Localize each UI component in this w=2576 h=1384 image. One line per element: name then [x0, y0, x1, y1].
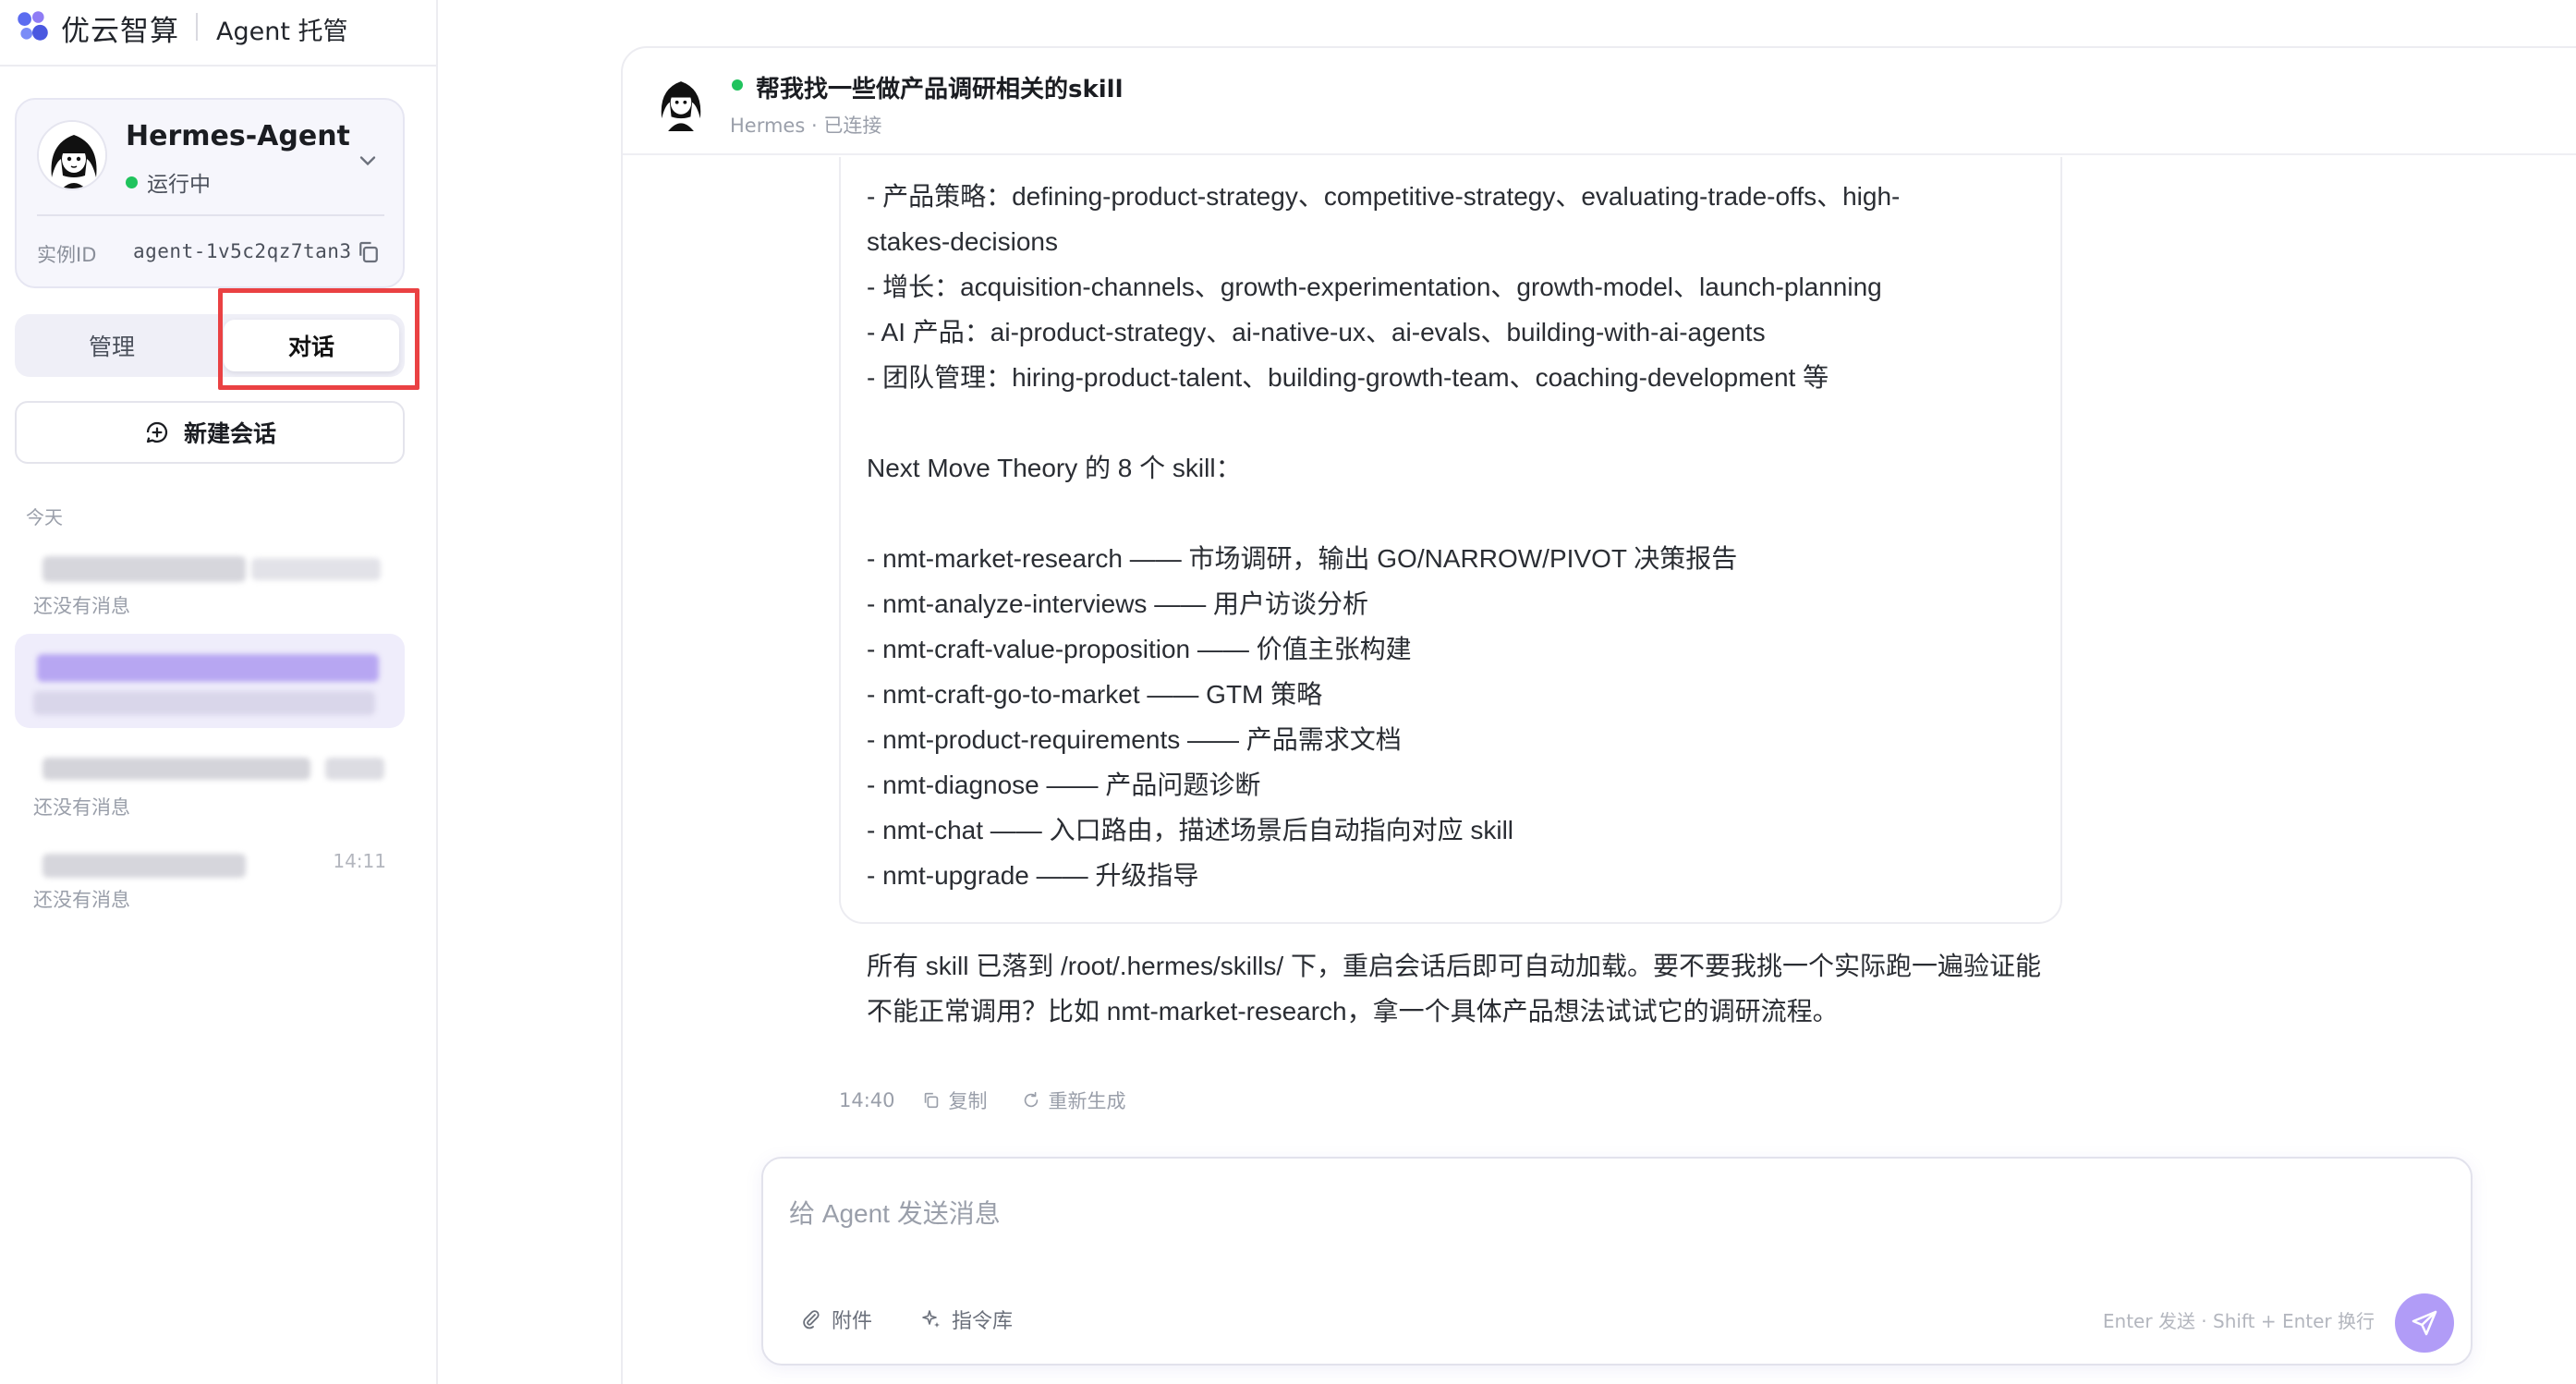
- sparkle-icon: [922, 1310, 940, 1328]
- conversation-title-redacted: [33, 846, 384, 878]
- conversation-subtitle: 还没有消息: [33, 889, 130, 911]
- message-line: 所有 skill 已落到 /root/.hermes/skills/ 下，重启会…: [867, 952, 2041, 980]
- sidebar: 优云智算 Agent 托管 Hermes-Agent 运行中 实例ID agen…: [0, 0, 438, 1384]
- message-line: - nmt-craft-go-to-market —— GTM 策略: [867, 680, 1323, 709]
- conversation-subtitle: 还没有消息: [33, 595, 130, 617]
- assistant-message-bubble: - 产品策略：defining-product-strategy、competi…: [839, 157, 2062, 1026]
- instance-id-value: agent-1v5c2qz7tan3: [133, 240, 352, 262]
- status-dot-icon: [126, 176, 138, 188]
- message-line: - nmt-market-research —— 市场调研，输出 GO/NARR…: [867, 544, 1738, 573]
- chat-agent-avatar: [650, 70, 711, 131]
- paperclip-icon: [803, 1310, 820, 1329]
- message-time: 14:40: [839, 1089, 895, 1111]
- attach-label: 附件: [832, 1310, 873, 1333]
- commands-button[interactable]: 指令库: [920, 1305, 1013, 1334]
- chat-subtitle: Hermes · 已连接: [730, 115, 882, 137]
- chevron-down-icon[interactable]: [355, 148, 381, 174]
- message-line: 不能正常调用？比如 nmt-market-research，拿一个具体产品想法试…: [867, 997, 1839, 1026]
- send-button[interactable]: [2395, 1293, 2454, 1353]
- message-line: - 团队管理：hiring-product-talent、building-gr…: [867, 363, 1829, 392]
- brand-header: 优云智算 Agent 托管: [0, 0, 438, 67]
- conversation-item[interactable]: 还没有消息: [15, 540, 405, 625]
- conversation-subtitle-redacted: [33, 687, 375, 715]
- copy-icon: [924, 1092, 938, 1109]
- agent-name: Hermes-Agent: [126, 120, 350, 152]
- new-chat-label: 新建会话: [183, 420, 276, 447]
- tab-manage[interactable]: 管理: [15, 314, 209, 377]
- copy-message-button[interactable]: 复制: [921, 1087, 988, 1114]
- message-input[interactable]: [789, 1186, 2443, 1242]
- conversation-title-redacted: [33, 552, 384, 582]
- brand-divider: [196, 13, 198, 41]
- brand-name: 优云智算: [61, 15, 179, 48]
- agent-avatar: [37, 120, 107, 190]
- message-line: - 增长：acquisition-channels、growth-experim…: [867, 273, 1882, 301]
- message-line: - nmt-chat —— 入口路由，描述场景后自动指向对应 skill: [867, 816, 1514, 844]
- message-line: Next Move Theory 的 8 个 skill：: [867, 454, 1242, 482]
- conversation-time: 14:11: [333, 850, 386, 872]
- conversation-title-redacted: [33, 754, 384, 783]
- conversation-item[interactable]: 还没有消息: [15, 741, 405, 826]
- message-composer: 附件 指令库 Enter 发送 · Shift + Enter 换行: [761, 1157, 2473, 1366]
- agent-avatar-illustration: [39, 122, 105, 188]
- history-group-label: 今天: [26, 506, 63, 528]
- copy-label: 复制: [948, 1090, 988, 1112]
- regenerate-label: 重新生成: [1048, 1090, 1126, 1112]
- conversation-subtitle: 还没有消息: [33, 796, 130, 819]
- regenerate-button[interactable]: 重新生成: [1021, 1087, 1126, 1114]
- message-actions: 14:40 复制 重新生成: [839, 1087, 1160, 1114]
- copy-icon[interactable]: [355, 238, 383, 266]
- send-icon: [2412, 1310, 2437, 1336]
- agent-card-divider: [37, 214, 384, 216]
- brand-logo-icon: [18, 11, 48, 41]
- message-line: - nmt-product-requirements —— 产品需求文档: [867, 725, 1402, 754]
- conversation-item-active[interactable]: [15, 634, 405, 728]
- commands-label: 指令库: [952, 1310, 1014, 1333]
- message-list[interactable]: - 产品策略：defining-product-strategy、competi…: [623, 157, 2576, 1136]
- brand-product: Agent 托管: [216, 18, 348, 46]
- instance-id-label: 实例ID: [37, 244, 97, 266]
- chat-agent-avatar-illustration: [650, 70, 711, 131]
- message-line: - AI 产品：ai-product-strategy、ai-native-ux…: [867, 318, 1766, 346]
- message-line: - nmt-analyze-interviews —— 用户访谈分析: [867, 589, 1368, 618]
- keyboard-hint: Enter 发送 · Shift + Enter 换行: [2102, 1310, 2375, 1332]
- chat-title: 帮我找一些做产品调研相关的skill: [756, 76, 1124, 103]
- connection-status-dot-icon: [732, 79, 743, 91]
- chat-panel: 帮我找一些做产品调研相关的skill Hermes · 已连接 - 产品策略：d…: [621, 46, 2576, 1384]
- message-line: - 产品策略：defining-product-strategy、competi…: [867, 182, 1901, 211]
- attach-button[interactable]: 附件: [800, 1305, 872, 1334]
- agent-selector[interactable]: Hermes-Agent 运行中 实例ID agent-1v5c2qz7tan3: [15, 98, 405, 288]
- conversation-item[interactable]: 14:11 还没有消息: [15, 833, 405, 918]
- new-chat-button[interactable]: 新建会话: [15, 401, 405, 464]
- agent-status-label: 运行中: [147, 173, 211, 197]
- refresh-icon: [1024, 1091, 1038, 1108]
- message-line: - nmt-upgrade —— 升级指导: [867, 861, 1199, 890]
- assistant-message-text: - 产品策略：defining-product-strategy、competi…: [867, 174, 2049, 1034]
- message-line: - nmt-diagnose —— 产品问题诊断: [867, 771, 1261, 799]
- highlight-annotation-box: [218, 288, 419, 390]
- agent-status: 运行中: [126, 166, 211, 198]
- chat-header: 帮我找一些做产品调研相关的skill Hermes · 已连接: [623, 48, 2576, 155]
- app-root: 优云智算 Agent 托管 Hermes-Agent 运行中 实例ID agen…: [0, 0, 2576, 1384]
- new-chat-icon: [146, 421, 168, 443]
- conversation-title-redacted: [33, 647, 384, 682]
- message-line: - nmt-craft-value-proposition —— 价值主张构建: [867, 635, 1412, 663]
- message-line: stakes-decisions: [867, 227, 1058, 256]
